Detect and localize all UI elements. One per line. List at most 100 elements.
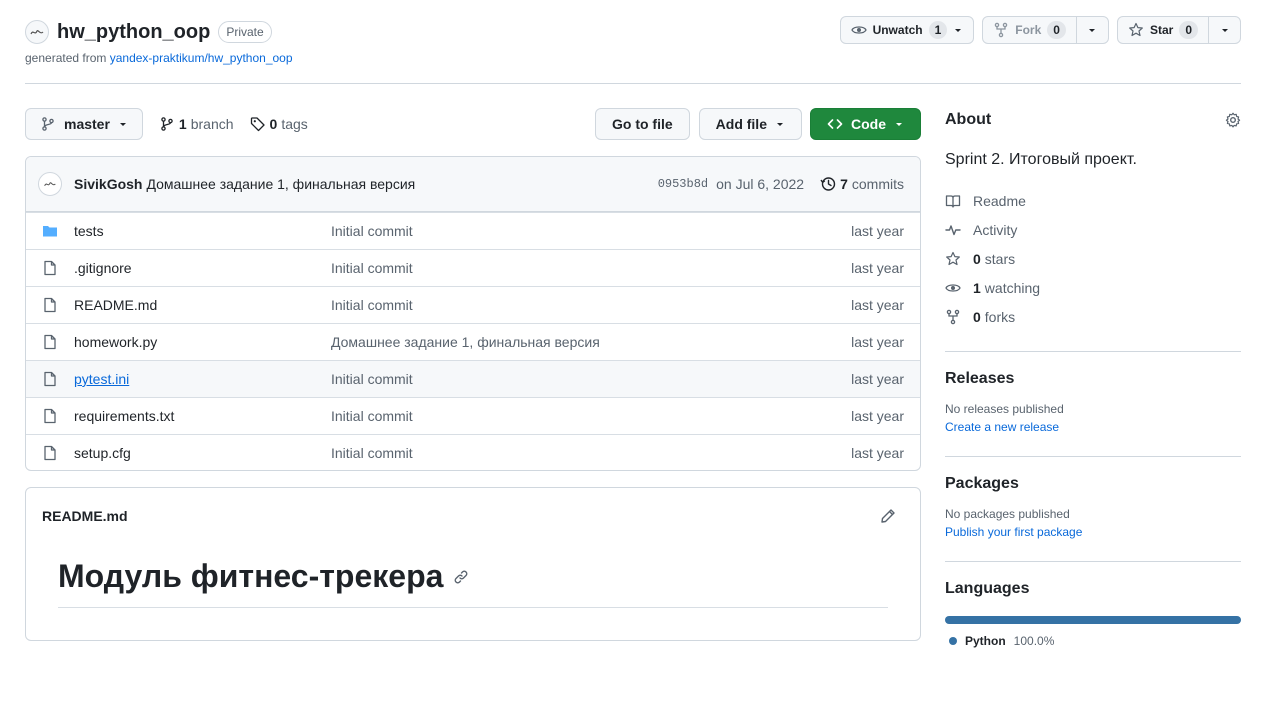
code-button[interactable]: Code	[810, 108, 921, 140]
forks-link[interactable]: 0 forks	[945, 302, 1241, 331]
star-label: Star	[1149, 23, 1174, 37]
file-commit-link[interactable]: Initial commit	[331, 223, 851, 239]
commits-history-link[interactable]: 7 commits	[820, 176, 904, 192]
file-commit-link[interactable]: Initial commit	[331, 445, 851, 461]
branch-word: branch	[190, 116, 234, 132]
go-to-file-button[interactable]: Go to file	[594, 108, 690, 140]
commit-sha-link[interactable]: 0953b8d	[658, 177, 708, 191]
tags-link[interactable]: 0 tags	[250, 116, 308, 132]
add-file-button[interactable]: Add file	[698, 108, 802, 140]
branch-name: master	[64, 116, 110, 132]
chevron-down-icon	[953, 25, 963, 35]
pencil-icon[interactable]	[880, 508, 896, 524]
unwatch-button[interactable]: Unwatch 1	[841, 17, 974, 43]
branch-icon	[40, 116, 56, 132]
file-age: last year	[851, 371, 904, 387]
chevron-down-icon	[894, 119, 904, 129]
generated-from: generated from yandex-praktikum/hw_pytho…	[25, 51, 293, 65]
file-row[interactable]: README.md Initial commit last year	[26, 286, 920, 323]
gear-icon[interactable]	[1225, 112, 1241, 128]
template-repo-link[interactable]: yandex-praktikum/hw_python_oop	[110, 51, 293, 65]
create-release-link[interactable]: Create a new release	[945, 420, 1241, 434]
star-button[interactable]: Star 0	[1118, 17, 1208, 43]
star-dropdown-button[interactable]	[1208, 17, 1240, 43]
file-name-link[interactable]: tests	[74, 223, 331, 239]
fork-icon	[945, 309, 961, 325]
releases-empty: No releases published	[945, 402, 1064, 416]
file-commit-link[interactable]: Initial commit	[331, 371, 851, 387]
eye-icon	[850, 22, 867, 38]
watching-link[interactable]: 1 watching	[945, 273, 1241, 302]
chevron-down-icon	[1220, 25, 1230, 35]
packages-title: Packages	[945, 475, 1019, 492]
file-icon	[42, 445, 58, 461]
file-row[interactable]: requirements.txt Initial commit last yea…	[26, 397, 920, 434]
publish-package-link[interactable]: Publish your first package	[945, 525, 1241, 539]
commit-message-link[interactable]: Домашнее задание 1, финальная версия	[146, 176, 415, 192]
file-icon	[42, 408, 58, 424]
file-row[interactable]: setup.cfg Initial commit last year	[26, 434, 920, 470]
add-file-label: Add file	[715, 116, 767, 132]
branches-link[interactable]: 1 branch	[159, 116, 234, 132]
chevron-down-icon	[1087, 25, 1097, 35]
code-icon	[827, 116, 843, 132]
fork-dropdown-button[interactable]	[1075, 17, 1108, 43]
file-row[interactable]: homework.py Домашнее задание 1, финальна…	[26, 323, 920, 360]
watch-counter: 1	[928, 21, 948, 39]
unwatch-label: Unwatch	[872, 23, 923, 37]
file-icon	[42, 260, 58, 276]
file-commit-link[interactable]: Initial commit	[331, 408, 851, 424]
owner-avatar[interactable]	[25, 20, 49, 44]
fork-button[interactable]: Fork 0	[983, 17, 1076, 43]
stars-word: stars	[984, 250, 1016, 267]
go-to-file-label: Go to file	[611, 116, 673, 132]
file-commit-link[interactable]: Initial commit	[331, 260, 851, 276]
file-age: last year	[851, 223, 904, 239]
file-icon	[42, 297, 58, 313]
file-toolbar: master 1 branch 0 tags Go to file Add fi…	[25, 108, 921, 140]
latest-commit-row: SivikGosh Домашнее задание 1, финальная …	[26, 157, 920, 212]
watching-word: watching	[984, 279, 1041, 296]
author-avatar[interactable]	[38, 172, 62, 196]
branch-selector[interactable]: master	[25, 108, 143, 140]
file-name-link[interactable]: setup.cfg	[74, 445, 331, 461]
file-name-link[interactable]: homework.py	[74, 334, 331, 350]
file-row[interactable]: tests Initial commit last year	[26, 212, 920, 249]
file-row[interactable]: .gitignore Initial commit last year	[26, 249, 920, 286]
tag-count: 0	[269, 116, 278, 132]
file-icon	[42, 334, 58, 350]
fork-button-group: Fork 0	[982, 16, 1109, 44]
repo-actions: Unwatch 1 Fork 0 Star 0	[839, 16, 1241, 44]
code-label: Code	[851, 116, 886, 132]
file-commit-link[interactable]: Домашнее задание 1, финальная версия	[331, 334, 851, 350]
star-button-group: Star 0	[1116, 16, 1241, 44]
file-commit-link[interactable]: Initial commit	[331, 297, 851, 313]
commit-author-link[interactable]: SivikGosh	[74, 176, 142, 192]
repo-name-link[interactable]: hw_python_oop	[57, 21, 210, 44]
stars-link[interactable]: 0 stars	[945, 244, 1241, 273]
chevron-down-icon	[118, 119, 128, 129]
folder-icon	[42, 223, 58, 239]
about-description: Sprint 2. Итоговый проект.	[945, 151, 1137, 168]
file-name-link[interactable]: requirements.txt	[74, 408, 331, 424]
forks-count: 0	[973, 308, 981, 325]
tag-icon	[250, 116, 266, 132]
visibility-badge: Private	[218, 21, 272, 43]
file-name-link[interactable]: README.md	[74, 297, 331, 313]
chevron-down-icon	[775, 119, 785, 129]
activity-link[interactable]: Activity	[945, 215, 1241, 244]
forks-word: forks	[984, 308, 1016, 325]
language-color-dot	[949, 637, 957, 645]
language-item[interactable]: Python 100.0%	[945, 634, 1241, 648]
file-row[interactable]: pytest.ini Initial commit last year	[26, 360, 920, 397]
repo-sidebar: About Sprint 2. Итоговый проект. Readme …	[945, 108, 1241, 648]
file-name-link[interactable]: pytest.ini	[74, 371, 331, 387]
stars-count: 0	[973, 250, 981, 267]
readme-label: Readme	[973, 192, 1026, 209]
readme-panel: README.md Модуль фитнес-трекера	[25, 487, 921, 641]
file-age: last year	[851, 297, 904, 313]
readme-link[interactable]: Readme	[945, 186, 1241, 215]
file-name-link[interactable]: .gitignore	[74, 260, 331, 276]
link-icon[interactable]	[453, 569, 469, 585]
star-counter: 0	[1179, 21, 1198, 39]
